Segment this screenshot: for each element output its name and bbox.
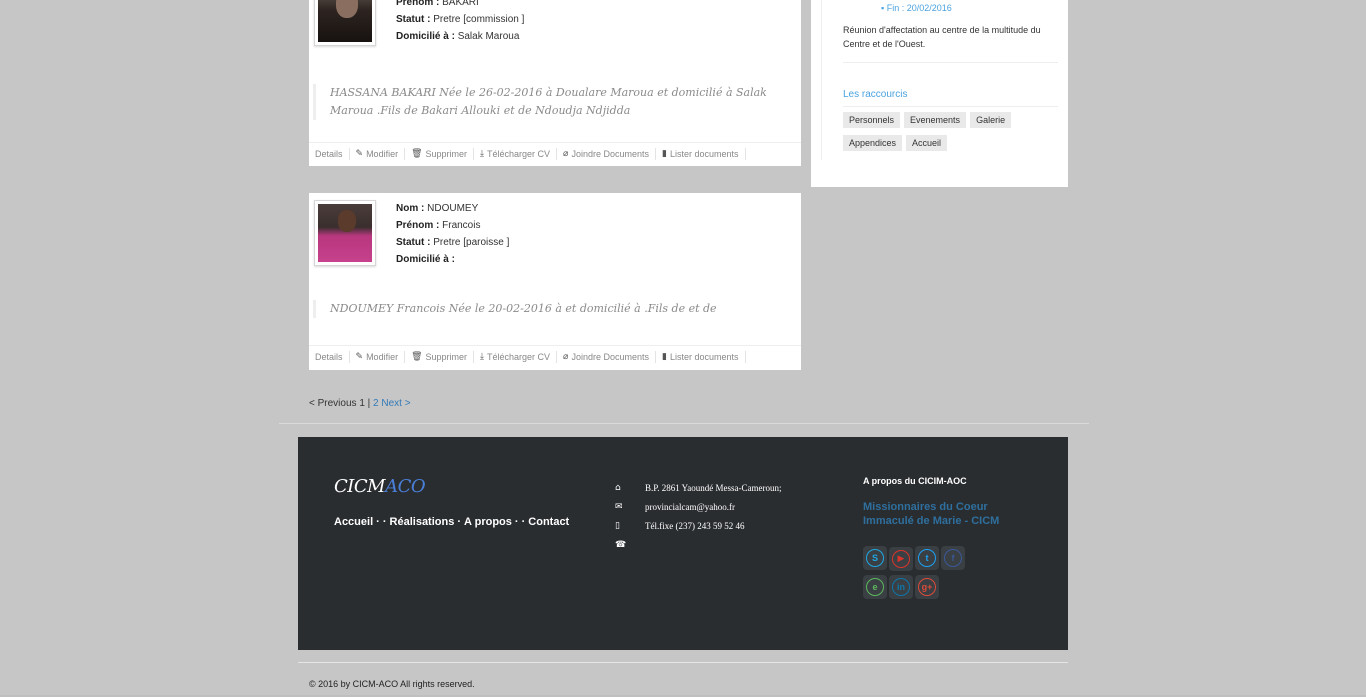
statut-value: Pretre [commission ] [433,14,525,25]
card-actions: Details ✎ Modifier 🗑 Supprimer ⤓ Télécharge… [309,345,801,367]
prenom-value: BAKARI [442,0,479,8]
shortcut-evenements[interactable]: Evenements [904,112,967,128]
current-page: 1 [359,398,365,409]
personnel-fields: Nom : NDOUMEY Prénom : Francois Statut :… [396,200,509,268]
personnel-fields: Prenom : BAKARI Statut : Pretre [commiss… [396,0,524,45]
twitter-icon[interactable]: t [915,546,939,570]
prenom-label: Prenom : [396,0,440,8]
domicile-label: Domicilié à : [396,31,455,42]
footer-contact: ⌂ B.P. 2861 Yaoundé Messa-Cameroun; ✉ prov… [615,479,782,555]
personnel-description: HASSANA BAKARI Née le 26-02-2016 à Doual… [313,84,793,120]
previous-link[interactable]: < Previous [309,398,357,409]
telecharger-cv-link[interactable]: ⤓ Télécharger CV [474,350,558,363]
footer-nav-accueil[interactable]: Accueil [334,516,373,528]
linkedin-icon[interactable]: in [889,574,913,599]
pencil-icon: ✎ [355,148,364,158]
modifier-link[interactable]: ✎ Modifier [350,350,406,363]
statut-value: Pretre [paroisse ] [433,237,510,248]
domicile-label: Domicilié à : [396,254,455,265]
shortcut-appendices[interactable]: Appendices [843,135,903,151]
statut-label: Statut : [396,237,431,248]
paperclip-icon: ⌀ [563,351,569,361]
footer-nav-apropos[interactable]: A propos [464,516,512,528]
page-separator: | [367,398,371,409]
pencil-icon: ✎ [355,351,364,361]
sidebar: ▪ Fin : 20/02/2016 Réunion d'affectation… [811,0,1068,187]
download-icon: ⤓ [480,351,485,361]
personnel-card-bakari: Prenom : BAKARI Statut : Pretre [commiss… [309,0,801,166]
pagination: < Previous 1 | 2 Next > [309,398,411,409]
about-title: A propos du CICIM-AOC [863,476,967,486]
shortcuts-title: Les raccourcis [843,89,908,100]
personnel-photo[interactable] [314,0,376,46]
mobile-icon: ▯ [615,521,620,531]
telecharger-cv-link[interactable]: ⤓ Télécharger CV [474,147,558,160]
skype-icon[interactable]: S [863,546,887,570]
domicile-value: Salak Maroua [457,31,520,42]
home-icon: ⌂ [615,483,621,493]
content-divider [279,423,1089,424]
personnel-photo[interactable] [314,200,376,266]
copyright: © 2016 by CICM-ACO All rights reserved. [309,679,475,689]
social-links: S ▶ t f e in g+ [863,546,983,603]
footer-nav-contact[interactable]: Contact [528,516,569,528]
paperclip-icon: ⌀ [563,148,569,158]
site-footer: CICMACO Accueil · · Réalisations · A propos ·… [298,437,1068,650]
phone-text: Tél.fixe (237) 243 59 52 46 [645,521,745,531]
details-link[interactable]: Details [315,350,350,363]
lister-documents-link[interactable]: ▮ Lister documents [656,350,746,363]
book-icon: ▮ [662,148,667,158]
sidebar-divider [821,0,822,160]
joindre-documents-link[interactable]: ⌀ Joindre Documents [557,147,657,160]
event-description: Réunion d'affectation au centre de la mu… [843,25,1041,49]
footer-logo[interactable]: CICMACO [334,476,426,497]
shortcut-galerie[interactable]: Galerie [970,112,1012,128]
modifier-link[interactable]: ✎ Modifier [350,147,406,160]
shortcut-accueil[interactable]: Accueil [906,135,948,151]
footer-nav-realisations[interactable]: Réalisations [390,516,455,528]
address-text: B.P. 2861 Yaoundé Messa-Cameroun; [645,483,782,493]
download-icon: ⤓ [480,148,485,158]
next-link[interactable]: Next > [381,398,410,409]
nom-value: NDOUMEY [427,203,479,214]
page-2-link[interactable]: 2 [373,398,379,409]
facebook-icon[interactable]: f [941,546,965,570]
trash-icon: 🗑 [411,148,423,158]
event-end-date: ▪ Fin : 20/02/2016 [881,3,952,13]
trash-icon: 🗑 [411,351,423,361]
prenom-value: Francois [442,220,481,231]
supprimer-link[interactable]: 🗑 Supprimer [405,147,475,160]
prenom-label: Prénom : [396,220,440,231]
evernote-icon[interactable]: e [863,574,887,599]
statut-label: Statut : [396,14,431,25]
footer-divider [298,662,1068,663]
supprimer-link[interactable]: 🗑 Supprimer [405,350,475,363]
sidebar-divider [843,106,1058,107]
book-icon: ▮ [662,351,667,361]
personnel-description: NDOUMEY Francois Née le 20-02-2016 à et … [313,300,793,318]
personnel-card-ndoumey: Nom : NDOUMEY Prénom : Francois Statut :… [309,193,801,370]
card-actions: Details ✎ Modifier 🗑 Supprimer ⤓ Télécharge… [309,142,801,164]
details-link[interactable]: Details [315,147,350,160]
envelope-icon: ✉ [615,502,623,512]
nom-label: Nom : [396,203,425,214]
phone-icon: ☎ [615,540,627,550]
email-link[interactable]: provincialcam@yahoo.fr [645,498,735,517]
about-name: Missionnaires du Coeur Immaculé de Marie… [863,501,1000,527]
shortcuts-tags: Personnels Evenements Galerie Appendices Ac… [843,112,1063,158]
youtube-icon[interactable]: ▶ [889,546,913,571]
shortcut-personnels[interactable]: Personnels [843,112,901,128]
lister-documents-link[interactable]: ▮ Lister documents [656,147,746,160]
footer-about: A propos du CICIM-AOC Missionnaires du C… [863,476,1013,603]
joindre-documents-link[interactable]: ⌀ Joindre Documents [557,350,657,363]
googleplus-icon[interactable]: g+ [915,574,939,599]
footer-nav: Accueil · · Réalisations · A propos · · Contac… [334,516,570,528]
sidebar-divider [843,62,1058,63]
